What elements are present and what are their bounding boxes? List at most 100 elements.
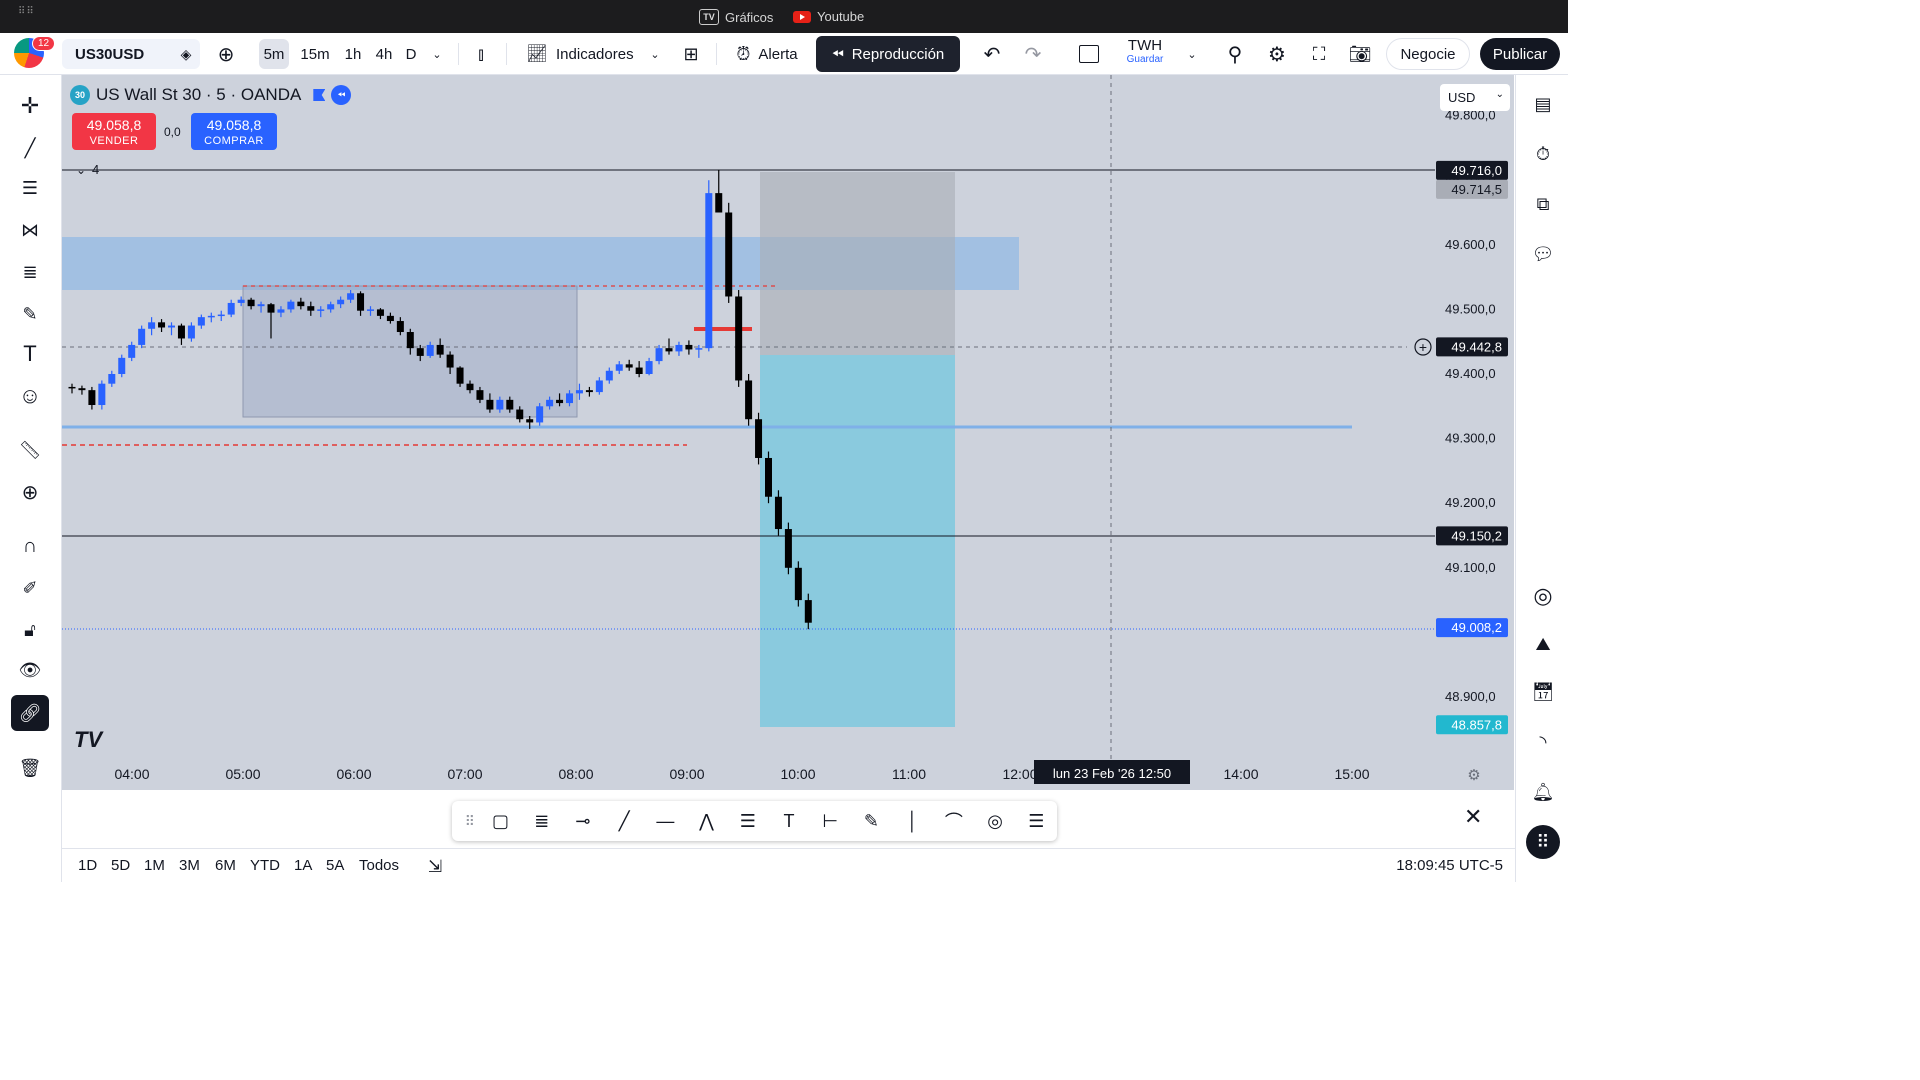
- publish-button[interactable]: Publicar: [1480, 38, 1560, 70]
- trend-line-tool-icon[interactable]: ╱: [604, 801, 645, 841]
- trade-button[interactable]: Negocie: [1386, 38, 1470, 70]
- calendar-icon[interactable]: 📅︎: [1526, 675, 1560, 709]
- candle-body: [386, 315, 394, 322]
- layout-name[interactable]: TWH Guardar: [1118, 38, 1172, 67]
- zoom-in-icon[interactable]: ⊕: [11, 475, 49, 509]
- flag-icon[interactable]: [313, 89, 326, 101]
- eye-icon[interactable]: 👁︎: [11, 653, 49, 687]
- interval-15m[interactable]: 15m: [298, 33, 332, 75]
- candle-body: [108, 374, 116, 384]
- range-1m[interactable]: 1M: [144, 857, 165, 874]
- bottom-bar: 1D 5D 1M 3M 6M YTD 1A 5A Todos ⇲ 18:09:4…: [62, 848, 1515, 882]
- fib-icon[interactable]: ≣: [11, 255, 49, 289]
- replay-button[interactable]: ⏪︎ Reproducción: [816, 36, 960, 72]
- tab-youtube[interactable]: Youtube: [793, 9, 864, 24]
- interval-d[interactable]: D: [403, 33, 419, 75]
- candle-body: [307, 306, 315, 311]
- pattern-icon[interactable]: ⋈: [11, 213, 49, 247]
- camera-icon[interactable]: 📷︎: [1346, 33, 1374, 75]
- brush-tool-icon[interactable]: ✎: [851, 801, 892, 841]
- chevron-down-icon[interactable]: ⌄: [646, 33, 664, 75]
- more-tools-icon[interactable]: ☰: [1016, 801, 1057, 841]
- candle-body: [476, 390, 484, 400]
- text-icon[interactable]: T: [11, 337, 49, 371]
- redo-icon[interactable]: ↷: [1021, 33, 1045, 75]
- interval-5m[interactable]: 5m: [259, 39, 289, 69]
- tab-graficos[interactable]: TV Gráficos: [699, 9, 773, 25]
- drag-handle-icon[interactable]: ⠿: [460, 801, 480, 841]
- compare-plus-icon[interactable]: ⊕: [213, 33, 239, 75]
- vertical-line-tool-icon[interactable]: │: [892, 801, 933, 841]
- measure-tool-icon[interactable]: ⊢: [810, 801, 851, 841]
- alert-button[interactable]: ⏰︎ Alerta: [728, 33, 806, 75]
- target-icon[interactable]: ◎: [1526, 579, 1560, 613]
- brush-icon[interactable]: ✎: [11, 297, 49, 331]
- price-chart[interactable]: ⌄449.800,049.700,049.600,049.500,049.400…: [62, 75, 1514, 790]
- left-drawing-toolbar: ✛ ╱ ☰ ⋈ ≣ ✎ T ☺ 📏︎ ⊕ ∩ ✐ 🔓︎ 👁︎ 🔗︎ 🗑︎: [0, 75, 62, 882]
- link-icon[interactable]: 🔗︎: [11, 695, 49, 731]
- range-6m[interactable]: 6M: [215, 857, 236, 874]
- chevron-down-icon[interactable]: ⌄: [428, 33, 446, 75]
- watch-icon[interactable]: ◈: [176, 33, 196, 75]
- candle-body: [367, 309, 374, 311]
- horizontal-ray-icon[interactable]: ⊸: [562, 801, 603, 841]
- path-tool-icon[interactable]: ⋀: [686, 801, 727, 841]
- candle-body: [605, 370, 613, 381]
- apps-icon[interactable]: ⠿: [1526, 825, 1560, 859]
- fullscreen-icon[interactable]: ⛶: [1306, 33, 1332, 75]
- chart-area[interactable]: ⌄449.800,049.700,049.600,049.500,049.400…: [62, 75, 1514, 790]
- replay-rewind-icon[interactable]: ⏪︎: [331, 85, 352, 105]
- mountain-icon[interactable]: ⛰︎: [1526, 627, 1560, 661]
- close-icon[interactable]: ✕: [1464, 804, 1482, 830]
- interval-4h[interactable]: 4h: [372, 33, 396, 75]
- candle-body: [715, 193, 723, 213]
- range-1d[interactable]: 1D: [78, 857, 97, 874]
- settings-gear-icon[interactable]: ⚙: [1264, 33, 1290, 75]
- goto-date-icon[interactable]: ⇲: [428, 857, 442, 877]
- trend-line-icon[interactable]: ╱: [11, 131, 49, 165]
- horizontal-lines-icon[interactable]: ☰: [11, 171, 49, 205]
- chevron-down-icon[interactable]: ⌄: [1183, 33, 1201, 75]
- bell-icon[interactable]: 🔔︎: [1526, 775, 1560, 809]
- magnet-icon[interactable]: ∩: [11, 529, 49, 563]
- range-ytd[interactable]: YTD: [250, 857, 280, 874]
- interval-1h[interactable]: 1h: [341, 33, 365, 75]
- layout-grid-icon[interactable]: ⊞: [678, 33, 704, 75]
- emoji-icon[interactable]: ☺: [11, 379, 49, 413]
- alerts-clock-icon[interactable]: ⏱︎: [1526, 137, 1560, 171]
- range-5a[interactable]: 5A: [326, 857, 344, 874]
- candle-type-icon[interactable]: ⫾: [470, 33, 492, 75]
- candle-body: [784, 529, 792, 568]
- curve-tool-icon[interactable]: ⌒: [933, 801, 974, 841]
- ruler-icon[interactable]: 📏︎: [11, 433, 49, 467]
- quick-search-icon[interactable]: ⚲: [1222, 33, 1248, 75]
- layers-icon[interactable]: ⧉: [1526, 187, 1560, 221]
- fib-tool-icon[interactable]: ≣: [521, 801, 562, 841]
- undo-icon[interactable]: ↶: [980, 33, 1004, 75]
- crosshair-icon[interactable]: ✛: [11, 89, 49, 123]
- text-tool-icon[interactable]: T: [768, 801, 809, 841]
- apps-grid-icon[interactable]: ⠿⠿: [18, 7, 34, 23]
- currency-select[interactable]: USD ⌄: [1440, 84, 1510, 111]
- chat-icon[interactable]: 💬︎: [1526, 237, 1560, 271]
- buy-button[interactable]: 49.058,8 COMPRAR: [191, 113, 277, 150]
- trash-icon[interactable]: 🗑︎: [11, 751, 49, 785]
- signal-icon[interactable]: ◝: [1526, 725, 1560, 759]
- range-3m[interactable]: 3M: [179, 857, 200, 874]
- candle-body: [237, 299, 245, 303]
- layout-window-icon[interactable]: [1076, 33, 1102, 75]
- range-5d[interactable]: 5D: [111, 857, 130, 874]
- pencil-lock-icon[interactable]: ✐: [11, 571, 49, 605]
- top-toolbar: 12 US30USD ◈ ⊕ 5m 15m 1h 4h D ⌄ ⫾ 📈︎ Ind…: [0, 33, 1568, 75]
- horizontal-line-tool-icon[interactable]: —: [645, 801, 686, 841]
- parallel-channel-icon[interactable]: ☰: [727, 801, 768, 841]
- circle-tool-icon[interactable]: ◎: [974, 801, 1015, 841]
- range-1a[interactable]: 1A: [294, 857, 312, 874]
- indicators-button[interactable]: 📈︎ Indicadores: [520, 33, 640, 75]
- lock-icon[interactable]: 🔓︎: [11, 613, 49, 647]
- watchlist-icon[interactable]: ▤: [1526, 87, 1560, 121]
- range-todos[interactable]: Todos: [359, 857, 399, 874]
- rectangle-tool-icon[interactable]: ▢: [480, 801, 521, 841]
- sell-button[interactable]: 49.058,8 VENDER: [72, 113, 156, 150]
- divider: [458, 43, 459, 65]
